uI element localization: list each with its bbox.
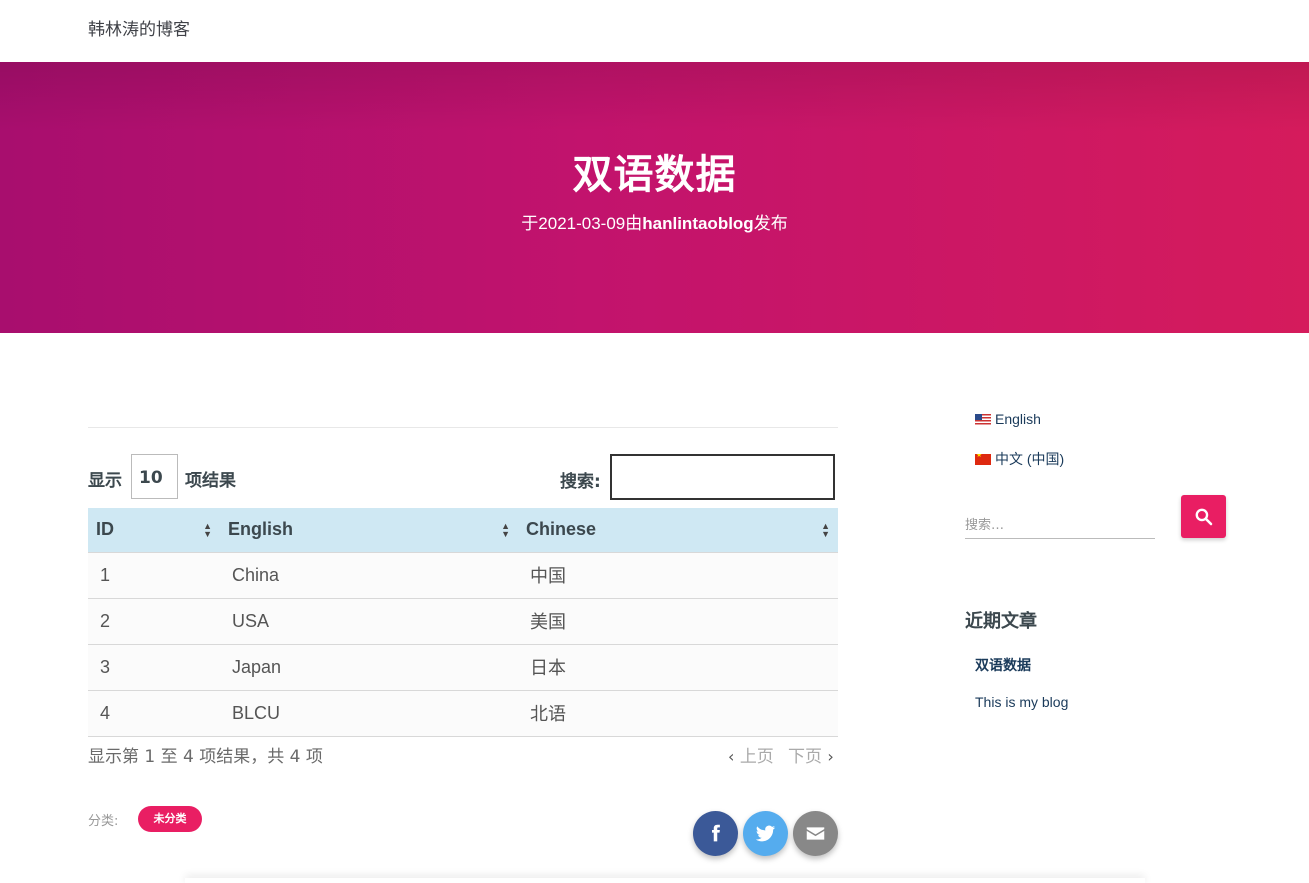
sort-icon: ▲ ▼ — [821, 521, 830, 539]
cell-id: 1 — [88, 552, 220, 599]
language-chinese-link[interactable]: 中文 (中国) — [975, 449, 1064, 469]
next-page-button[interactable]: 下页 › — [788, 742, 834, 767]
share-twitter-button[interactable] — [743, 811, 788, 856]
column-header-label: English — [228, 519, 294, 540]
table-row: 3 Japan 日本 — [88, 644, 838, 691]
cell-chinese: 美国 — [518, 598, 838, 645]
table-search-label: 搜索: — [560, 472, 601, 492]
post-meta-suffix: 发布 — [753, 214, 788, 233]
sort-icon: ▲ ▼ — [501, 521, 510, 539]
cell-id: 2 — [88, 598, 220, 645]
cell-english: USA — [220, 598, 518, 645]
twitter-icon — [755, 825, 776, 842]
author-link[interactable]: hanlintaoblog — [642, 214, 753, 233]
table-info: 显示第 1 至 4 项结果，共 4 项 — [88, 747, 323, 767]
table-header-row: ID ▲ ▼ English ▲ ▼ Chinese ▲ ▼ — [88, 508, 838, 553]
column-header-label: ID — [96, 519, 114, 540]
cell-chinese: 中国 — [518, 552, 838, 599]
sort-icon: ▲ ▼ — [203, 521, 212, 539]
category-badge[interactable]: 未分类 — [138, 806, 202, 832]
post-meta: 于2021-03-09由hanlintaoblog发布 — [0, 209, 1309, 234]
sidebar-search-input[interactable]: 搜索… — [965, 506, 1155, 539]
top-navbar: 韩林涛的博客 — [0, 0, 1309, 62]
language-label: English — [995, 411, 1041, 427]
language-label: 中文 (中国) — [995, 451, 1065, 467]
email-icon — [806, 827, 825, 840]
post-date-text: 于2021-03-09由 — [521, 214, 643, 233]
cn-flag-icon — [975, 454, 991, 465]
hero-header: 双语数据 于2021-03-09由hanlintaoblog发布 — [0, 62, 1309, 333]
search-icon — [1195, 508, 1213, 526]
column-header-english[interactable]: English ▲ ▼ — [220, 508, 518, 553]
sidebar-search-button[interactable] — [1181, 495, 1226, 538]
data-table: ID ▲ ▼ English ▲ ▼ Chinese ▲ ▼ 1 China 中国 2 US… — [88, 508, 838, 737]
page-title: 双语数据 — [572, 152, 737, 198]
share-email-button[interactable] — [793, 811, 838, 856]
column-header-chinese[interactable]: Chinese ▲ ▼ — [518, 508, 838, 553]
table-search-input[interactable] — [610, 454, 835, 500]
cell-english: China — [220, 552, 518, 599]
cell-english: BLCU — [220, 690, 518, 737]
cell-id: 4 — [88, 690, 220, 737]
content-divider — [88, 427, 838, 428]
recent-posts-title: 近期文章 — [965, 611, 1037, 632]
chevron-left-icon: ‹ — [728, 747, 735, 766]
table-row: 4 BLCU 北语 — [88, 690, 838, 737]
previous-page-button[interactable]: ‹ 上页 — [728, 742, 774, 767]
site-title-link[interactable]: 韩林涛的博客 — [88, 15, 190, 40]
share-facebook-button[interactable] — [693, 811, 738, 856]
comments-panel-edge — [185, 878, 1145, 883]
us-flag-icon — [975, 414, 991, 425]
page-length-select[interactable]: 10 — [131, 454, 178, 499]
table-row: 1 China 中国 — [88, 552, 838, 599]
cell-chinese: 北语 — [518, 690, 838, 737]
column-header-id[interactable]: ID ▲ ▼ — [88, 508, 220, 553]
cell-chinese: 日本 — [518, 644, 838, 691]
length-label: 显示 — [88, 471, 122, 491]
previous-page-label: 上页 — [739, 747, 774, 767]
next-page-label: 下页 — [788, 747, 822, 767]
length-suffix: 项结果 — [185, 471, 236, 491]
category-label: 分类: — [88, 814, 119, 829]
chevron-right-icon: › — [827, 747, 834, 766]
facebook-icon — [712, 824, 720, 842]
cell-english: Japan — [220, 644, 518, 691]
cell-id: 3 — [88, 644, 220, 691]
language-english-link[interactable]: English — [975, 411, 1041, 427]
table-row: 2 USA 美国 — [88, 598, 838, 645]
recent-post-link[interactable]: 双语数据 — [975, 655, 1031, 675]
recent-post-link[interactable]: This is my blog — [975, 694, 1068, 710]
column-header-label: Chinese — [526, 519, 597, 540]
